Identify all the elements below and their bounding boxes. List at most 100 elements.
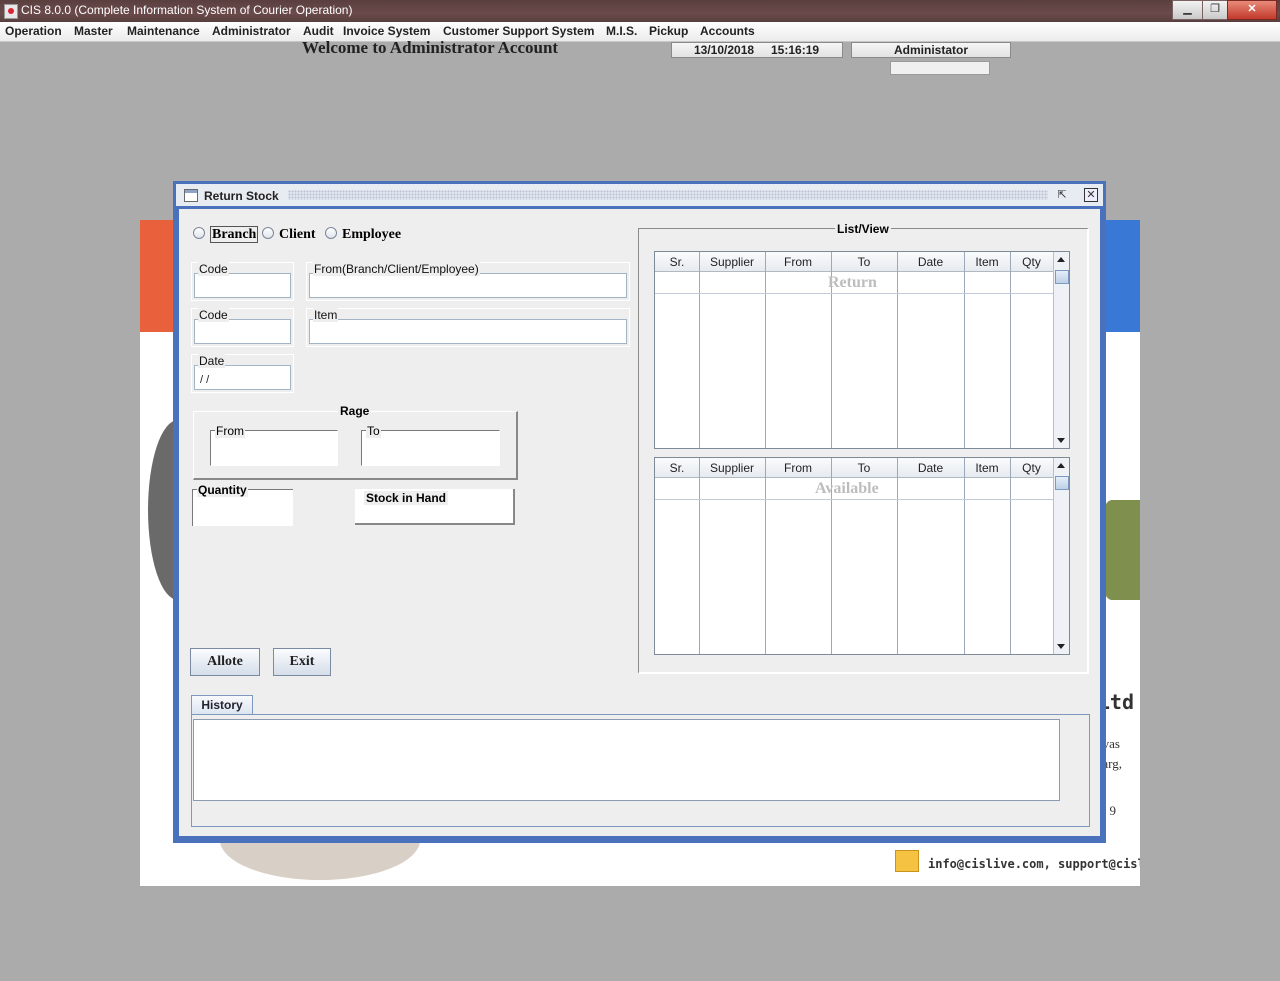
return-table-scrollbar[interactable] [1053, 252, 1069, 448]
from-entity-label: From(Branch/Client/Employee) [313, 262, 480, 276]
radio-employee-label: Employee [342, 227, 402, 242]
radio-branch-label: Branch [210, 226, 259, 243]
stock-in-hand-display: Stock in Hand [355, 489, 515, 525]
column-header: Supplier [709, 255, 755, 269]
maximize-icon[interactable]: ⇱ [1056, 189, 1068, 201]
restore-button[interactable]: ❐ [1202, 0, 1228, 20]
menu-pickup[interactable]: Pickup [649, 24, 688, 38]
menu-bar: Operation Master Maintenance Administrat… [0, 22, 1280, 42]
radio-employee[interactable]: Employee [325, 227, 401, 243]
column-header: From [784, 255, 812, 269]
column-header: Sr. [669, 461, 685, 475]
code-input-2[interactable] [194, 319, 291, 344]
item-label: Item [313, 308, 339, 322]
item-input[interactable] [309, 319, 627, 344]
radio-circle-icon [262, 227, 274, 239]
menu-accounts[interactable]: Accounts [700, 24, 755, 38]
scroll-down-icon[interactable] [1057, 438, 1065, 443]
radio-client-label: Client [279, 227, 316, 242]
scroll-up-icon[interactable] [1057, 463, 1065, 468]
dialog-title: Return Stock [204, 189, 279, 203]
user-status-box [890, 61, 990, 75]
radio-branch[interactable]: Branch [193, 226, 259, 243]
return-watermark: Return [828, 274, 877, 291]
dialog-content: Branch Client Employee Code From(Branch/… [179, 209, 1100, 836]
column-header: To [857, 461, 871, 475]
radio-circle-icon [325, 227, 337, 239]
radio-client[interactable]: Client [262, 227, 316, 243]
rage-group: Rage From To [193, 404, 518, 480]
return-table[interactable]: Sr. Supplier From To Date Item Qty Retur… [654, 251, 1070, 449]
from-entity-field: From(Branch/Client/Employee) [306, 262, 630, 301]
datetime-display: 13/10/2018 15:16:19 [671, 42, 843, 58]
quantity-input[interactable]: Quantity [192, 483, 293, 526]
list-view-group: List/View Sr. Supplier From To Date Item… [638, 222, 1089, 674]
menu-mis[interactable]: M.I.S. [606, 24, 637, 38]
code-field-1: Code [191, 262, 294, 301]
column-header: From [784, 461, 812, 475]
menu-master[interactable]: Master [74, 24, 113, 38]
available-table[interactable]: Sr. Supplier From To Date Item Qty Avail… [654, 457, 1070, 655]
history-tab-pane: History [191, 695, 1090, 827]
contact-emails: info@cislive.com, support@cislive.com [928, 857, 1140, 871]
available-table-scrollbar[interactable] [1053, 458, 1069, 654]
history-tab-body [191, 714, 1090, 827]
date-field: Date / / [191, 354, 294, 393]
menu-administrator[interactable]: Administrator [212, 24, 291, 38]
code-input-1[interactable] [194, 273, 291, 298]
wallpaper-right-image [1100, 500, 1140, 600]
java-app-icon [4, 4, 18, 19]
current-date: 13/10/2018 [694, 43, 755, 57]
return-stock-window: Return Stock ⇱ ✕ Branch Client Employee … [173, 181, 1106, 843]
menu-operation[interactable]: Operation [5, 24, 62, 38]
column-header: Supplier [709, 461, 755, 475]
dialog-titlebar[interactable]: Return Stock ⇱ ✕ [176, 184, 1103, 206]
exit-button[interactable]: Exit [273, 648, 331, 676]
minimize-button[interactable]: ▁ [1172, 0, 1203, 20]
rage-from-label: From [215, 424, 245, 438]
menu-audit[interactable]: Audit [303, 24, 334, 38]
scroll-thumb[interactable] [1055, 270, 1069, 284]
date-value: / / [200, 374, 210, 386]
available-watermark: Available [815, 480, 879, 497]
history-textarea[interactable] [193, 719, 1060, 801]
rage-label: Rage [338, 404, 372, 418]
mail-icon [895, 850, 919, 872]
scroll-down-icon[interactable] [1057, 644, 1065, 649]
scroll-thumb[interactable] [1055, 476, 1069, 490]
column-header: To [857, 255, 871, 269]
current-time: 15:16:19 [771, 43, 820, 57]
rage-from-input[interactable]: From [210, 424, 338, 466]
app-titlebar: CIS 8.0.0 (Complete Information System o… [0, 0, 1280, 22]
dialog-close-icon[interactable]: ✕ [1084, 188, 1098, 202]
user-display: Administator [851, 42, 1011, 58]
code-label-2: Code [198, 308, 229, 322]
tab-history[interactable]: History [191, 695, 253, 715]
date-label: Date [198, 354, 226, 368]
rage-to-label: To [366, 424, 381, 438]
radio-circle-icon [193, 227, 205, 239]
stock-in-hand-label: Stock in Hand [364, 491, 449, 505]
rage-to-input[interactable]: To [361, 424, 500, 466]
code-field-2: Code [191, 308, 294, 347]
welcome-heading: Welcome to Administrator Account [302, 38, 559, 57]
column-header: Qty [1022, 255, 1041, 269]
column-header: Date [917, 461, 944, 475]
code-label-1: Code [198, 262, 229, 276]
allote-button[interactable]: Allote [190, 648, 260, 676]
quantity-label: Quantity [197, 483, 248, 497]
column-header: Date [917, 255, 944, 269]
list-view-label: List/View [835, 222, 891, 236]
scroll-up-icon[interactable] [1057, 257, 1065, 262]
menu-customer-support-system[interactable]: Customer Support System [443, 24, 594, 38]
wallpaper-blue-block [1100, 220, 1140, 332]
menu-invoice-system[interactable]: Invoice System [343, 24, 430, 38]
column-header: Item [975, 461, 999, 475]
item-field: Item [306, 308, 630, 347]
app-title: CIS 8.0.0 (Complete Information System o… [21, 3, 353, 17]
column-header: Qty [1022, 461, 1041, 475]
from-entity-input[interactable] [309, 273, 627, 298]
titlebar-grip [288, 190, 1048, 200]
menu-maintenance[interactable]: Maintenance [127, 24, 200, 38]
close-button[interactable]: ✕ [1227, 0, 1277, 20]
